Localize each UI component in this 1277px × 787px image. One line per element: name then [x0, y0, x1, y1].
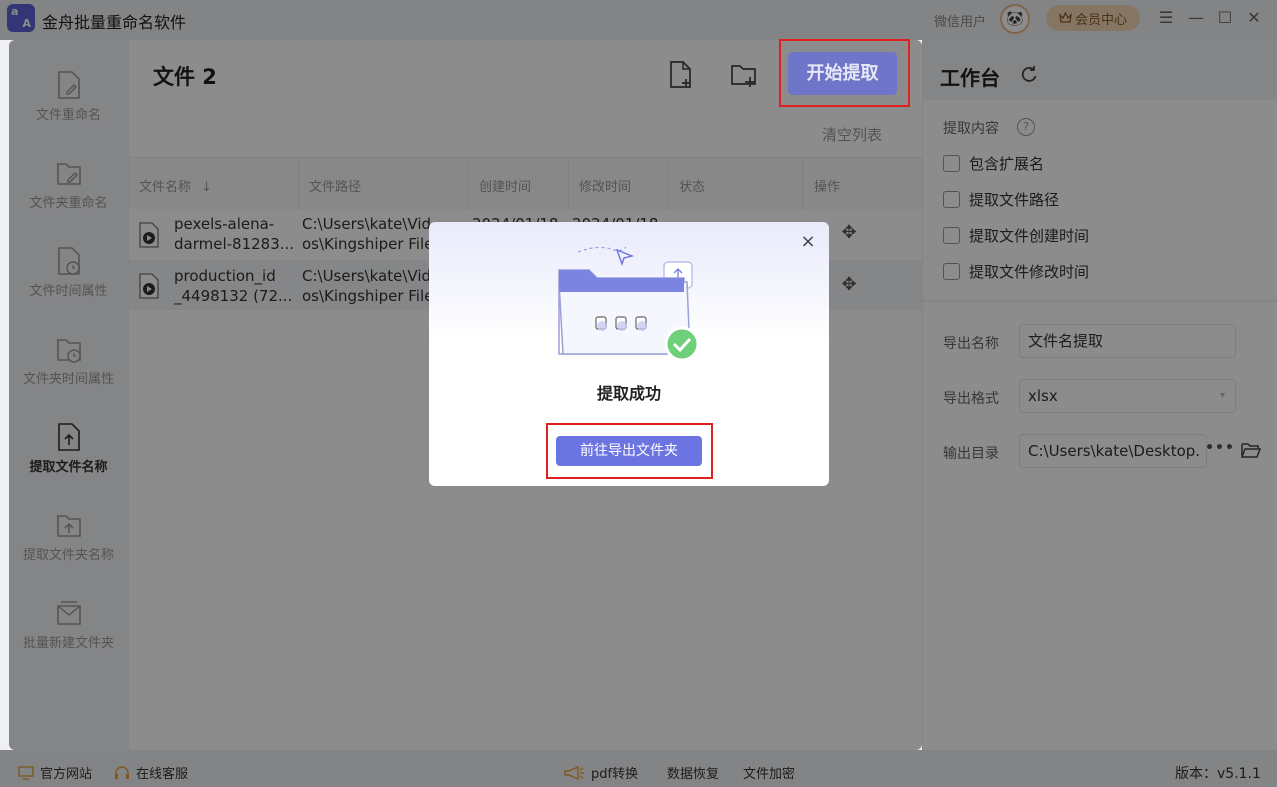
modal-backdrop [923, 40, 1277, 750]
goto-button-highlight [546, 423, 713, 479]
modal-backdrop [9, 40, 129, 750]
success-message: 提取成功 [596, 384, 661, 403]
modal-backdrop [0, 0, 1277, 40]
start-extract-button-dimmed[interactable]: 开始提取 [788, 52, 897, 95]
modal-backdrop [0, 750, 1277, 787]
close-icon[interactable]: × [799, 233, 817, 251]
folder-success-illustration-icon [558, 246, 700, 362]
